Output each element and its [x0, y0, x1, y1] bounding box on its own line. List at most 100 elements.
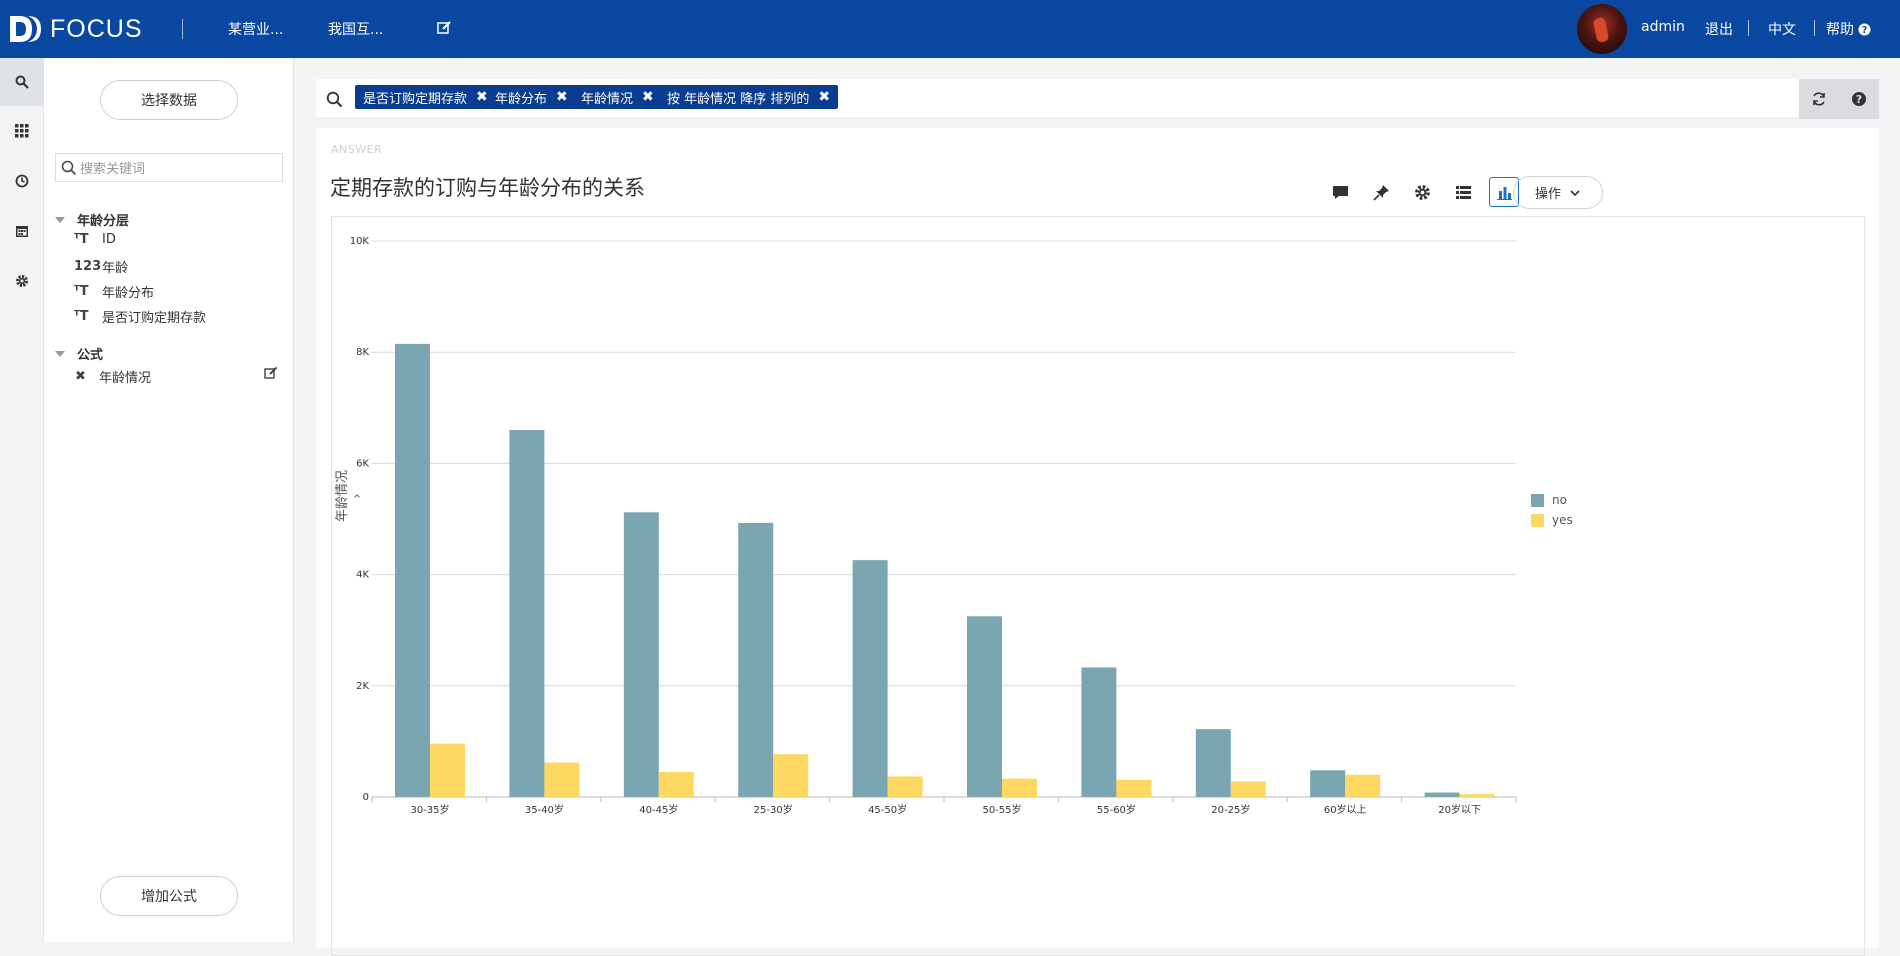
tab-recent-1[interactable]: 某营业... [228, 19, 283, 39]
close-icon[interactable]: ✖ [642, 89, 654, 105]
question-icon: ? [1852, 92, 1866, 106]
keyword-search-input[interactable]: 搜索关键词 [55, 153, 283, 182]
focus-logo[interactable]: FOCUS [8, 12, 143, 46]
rail-apps[interactable] [0, 107, 44, 155]
bar-yes [1116, 779, 1152, 797]
svg-text:?: ? [1856, 93, 1862, 106]
y-tick-label: 8K [356, 347, 369, 358]
rail-search[interactable] [0, 58, 44, 106]
field-item-id[interactable]: ᵀT ID [74, 232, 116, 247]
rail-settings[interactable] [0, 257, 44, 305]
bar-yes [1459, 794, 1495, 797]
avatar[interactable] [1577, 4, 1627, 54]
refresh-button[interactable] [1799, 79, 1839, 119]
formula-icon: ✖ [75, 369, 86, 384]
select-data-button[interactable]: 选择数据 [100, 80, 238, 120]
bar-yes [1002, 778, 1037, 797]
answer-card: ANSWER 定期存款的订购与年龄分布的关系 操作 年龄情况 › 0 2K 4K 6K… [316, 128, 1879, 956]
bar-yes [773, 754, 809, 797]
y-tick-label: 4K [356, 570, 369, 581]
query-chip[interactable]: 是否订购定期存款 ✖ [355, 85, 496, 109]
bar-yes [430, 743, 465, 797]
close-icon[interactable]: ✖ [556, 89, 568, 105]
group-header-age-tier[interactable]: 年龄分层 [55, 210, 129, 229]
bar-chart: 0 2K 4K 6K 8K 10K 30-35岁 35-40岁 40-45岁 25-30岁 45-5… [350, 236, 1517, 816]
field-label: 年龄情况 [99, 371, 152, 386]
x-category-label: 50-55岁 [982, 803, 1021, 816]
chart-container: 年龄情况 › 0 2K 4K 6K 8K 10K 30-35岁 35-40岁 40-45岁 25-… [331, 216, 1865, 956]
focus-logo-icon [10, 16, 41, 42]
chart-settings-button[interactable] [1407, 177, 1437, 207]
bar-chart-icon [1496, 186, 1512, 200]
legend-swatch [1531, 513, 1544, 527]
bar-no [1424, 792, 1460, 797]
pin-button[interactable] [1366, 177, 1396, 207]
help-button[interactable]: ? [1839, 79, 1879, 119]
operations-dropdown[interactable]: 操作 [1513, 176, 1603, 209]
close-icon[interactable]: ✖ [476, 89, 488, 105]
tab-recent-2[interactable]: 我国互... [328, 19, 383, 39]
x-category-label: 45-50岁 [868, 803, 907, 816]
bar-no [509, 430, 545, 797]
x-category-label: 40-45岁 [639, 803, 678, 816]
collapse-triangle-icon [55, 216, 65, 223]
bar-yes [658, 771, 694, 797]
text-type-icon: ᵀT [74, 309, 89, 324]
group-header-formula[interactable]: 公式 [55, 344, 103, 363]
answer-label: ANSWER [331, 143, 383, 156]
main-area: 是否订购定期存款 ✖ 年龄分布 ✖ 年龄情况 ✖ 按 年龄情况 降序 排列的 ✖ ? A… [294, 58, 1900, 956]
field-item-subscribed[interactable]: ᵀT 是否订购定期存款 [74, 307, 206, 326]
divider [1814, 20, 1815, 36]
username[interactable]: admin [1641, 19, 1685, 35]
logo-text: FOCUS [50, 14, 143, 43]
query-bar[interactable]: 是否订购定期存款 ✖ 年龄分布 ✖ 年龄情况 ✖ 按 年龄情况 降序 排列的 ✖ ? [316, 79, 1879, 119]
y-tick-label: 6K [356, 458, 369, 469]
bar-yes [887, 776, 923, 797]
comment-icon [1332, 185, 1348, 199]
number-type-icon: 123 [74, 259, 102, 274]
chip-label: 是否订购定期存款 [363, 91, 468, 107]
gear-icon [16, 275, 28, 287]
chip-label: 年龄情况 [581, 91, 634, 107]
bar-no [623, 512, 659, 797]
search-placeholder: 搜索关键词 [80, 162, 146, 177]
rail-calendar[interactable] [0, 207, 44, 255]
bar-no [852, 560, 888, 797]
chip-label: 按 年龄情况 降序 排列的 [667, 91, 810, 107]
bar-yes [1230, 781, 1266, 797]
comment-button[interactable] [1325, 177, 1355, 207]
clock-icon [15, 174, 29, 188]
y-tick-label: 2K [356, 681, 369, 692]
logout-link[interactable]: 退出 [1705, 19, 1733, 39]
group-title: 年龄分层 [77, 214, 130, 229]
table-view-button[interactable] [1448, 177, 1478, 207]
divider [1748, 20, 1749, 36]
rail-history[interactable] [0, 157, 44, 205]
query-chip[interactable]: 年龄分布 ✖ [487, 85, 576, 109]
legend-label: yes [1552, 513, 1573, 527]
legend-item-no[interactable]: no [1531, 490, 1573, 510]
field-label: 年龄 [102, 261, 129, 276]
group-title: 公式 [77, 348, 104, 363]
field-item-age[interactable]: 123 年龄 [74, 257, 128, 276]
chip-label: 年龄分布 [495, 91, 548, 107]
legend-label: no [1552, 493, 1567, 507]
field-item-age-distribution[interactable]: ᵀT 年龄分布 [74, 282, 154, 301]
field-item-age-status[interactable]: ✖ 年龄情况 [75, 367, 151, 386]
y-tick-label: 10K [350, 236, 370, 247]
add-formula-button[interactable]: 增加公式 [100, 876, 238, 916]
help-link[interactable]: 帮助 ? [1826, 19, 1871, 39]
legend-item-yes[interactable]: yes [1531, 510, 1573, 530]
edit-icon[interactable] [436, 20, 452, 36]
bar-no [1081, 667, 1117, 797]
field-label: 年龄分布 [102, 286, 155, 301]
text-type-icon: ᵀT [74, 284, 89, 299]
x-category-label: 55-60岁 [1097, 803, 1136, 816]
close-icon[interactable]: ✖ [818, 89, 830, 105]
query-chip[interactable]: 年龄情况 ✖ [573, 85, 662, 109]
edit-formula-icon[interactable] [264, 366, 278, 380]
icon-rail [0, 58, 44, 942]
pin-icon [1372, 184, 1389, 201]
language-link[interactable]: 中文 [1768, 19, 1796, 39]
query-chip[interactable]: 按 年龄情况 降序 排列的 ✖ [659, 85, 839, 109]
